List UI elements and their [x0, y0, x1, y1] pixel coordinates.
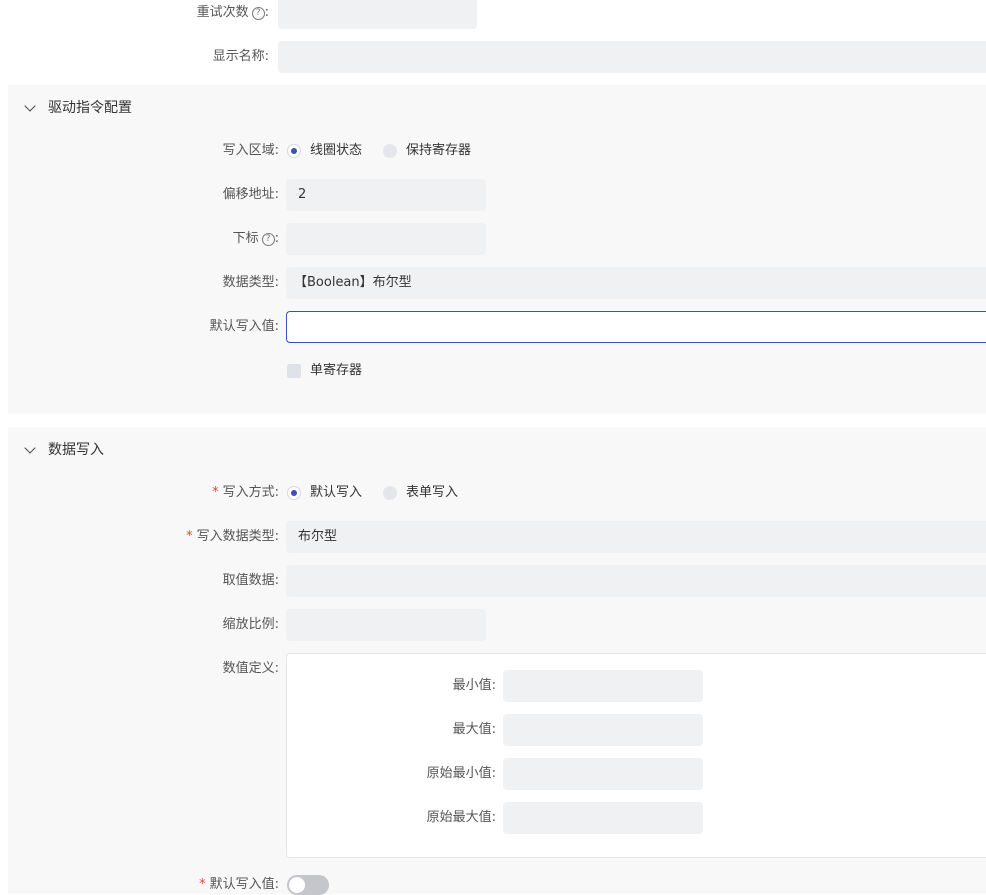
index-label: 下标?: — [232, 231, 279, 246]
scale-ratio-input[interactable] — [286, 609, 486, 641]
required-mark: * — [186, 529, 193, 544]
write-mode-form-radio[interactable] — [383, 486, 397, 500]
write-area-label: 写入区域: — [222, 143, 279, 158]
retry-count-label: 重试次数?: — [196, 5, 269, 20]
raw-max-value-label: 原始最大值: — [426, 810, 496, 825]
write-data-type-select[interactable]: 布尔型 — [286, 521, 986, 553]
scale-ratio-label: 缩放比例: — [222, 617, 279, 632]
display-name-label: 显示名称: — [212, 49, 269, 64]
value-definition-label: 数值定义: — [222, 661, 279, 676]
raw-min-value-input[interactable] — [503, 758, 703, 790]
write-area-coil-radio[interactable] — [287, 144, 301, 158]
default-write-value-input[interactable] — [286, 311, 986, 343]
write-mode-default-radio[interactable] — [287, 486, 301, 500]
raw-max-value-input[interactable] — [503, 802, 703, 834]
single-register-label[interactable]: 单寄存器 — [310, 363, 362, 379]
write-data-type-label-text: 写入数据类型: — [196, 529, 279, 544]
default-write-value-label: 默认写入值: — [209, 319, 279, 334]
drive-command-section-title[interactable]: 驱动指令配置 — [48, 100, 132, 116]
data-type-label: 数据类型: — [222, 275, 279, 290]
data-write-section-title[interactable]: 数据写入 — [48, 442, 104, 458]
write-mode-label: * 写入方式: — [212, 485, 279, 501]
offset-address-label: 偏移地址: — [222, 187, 279, 202]
raw-min-value-label: 原始最小值: — [426, 766, 496, 781]
retry-count-input[interactable] — [278, 0, 477, 29]
single-register-checkbox[interactable] — [287, 364, 301, 378]
required-mark: * — [199, 877, 206, 892]
value-data-select[interactable] — [286, 565, 986, 597]
offset-address-input[interactable]: 2 — [286, 179, 486, 211]
write-mode-label-text: 写入方式: — [222, 485, 279, 500]
default-write-toggle-label: * 默认写入值: — [199, 877, 279, 893]
min-value-label: 最小值: — [452, 678, 496, 693]
display-name-input[interactable] — [278, 41, 986, 73]
write-mode-default-option[interactable]: 默认写入 — [310, 485, 362, 501]
write-data-type-label: * 写入数据类型: — [186, 529, 279, 545]
write-mode-form-option[interactable]: 表单写入 — [406, 485, 458, 501]
default-write-toggle-label-text: 默认写入值: — [209, 877, 279, 892]
index-input[interactable] — [286, 223, 486, 255]
index-label-text: 下标 — [232, 231, 259, 246]
max-value-input[interactable] — [503, 714, 703, 746]
min-value-input[interactable] — [503, 670, 703, 702]
drive-command-section — [8, 85, 986, 414]
max-value-label: 最大值: — [452, 722, 496, 737]
write-area-coil-option[interactable]: 线圈状态 — [310, 143, 362, 159]
default-write-toggle[interactable] — [287, 875, 329, 895]
retry-count-label-text: 重试次数 — [196, 5, 249, 20]
help-icon[interactable]: ? — [261, 233, 275, 246]
required-mark: * — [212, 485, 219, 500]
write-area-holding-register-option[interactable]: 保持寄存器 — [406, 143, 471, 159]
help-icon[interactable]: ? — [251, 7, 265, 20]
write-area-holding-register-radio[interactable] — [383, 144, 397, 158]
data-type-select[interactable]: 【Boolean】布尔型 — [286, 267, 986, 299]
value-data-label: 取值数据: — [222, 573, 279, 588]
